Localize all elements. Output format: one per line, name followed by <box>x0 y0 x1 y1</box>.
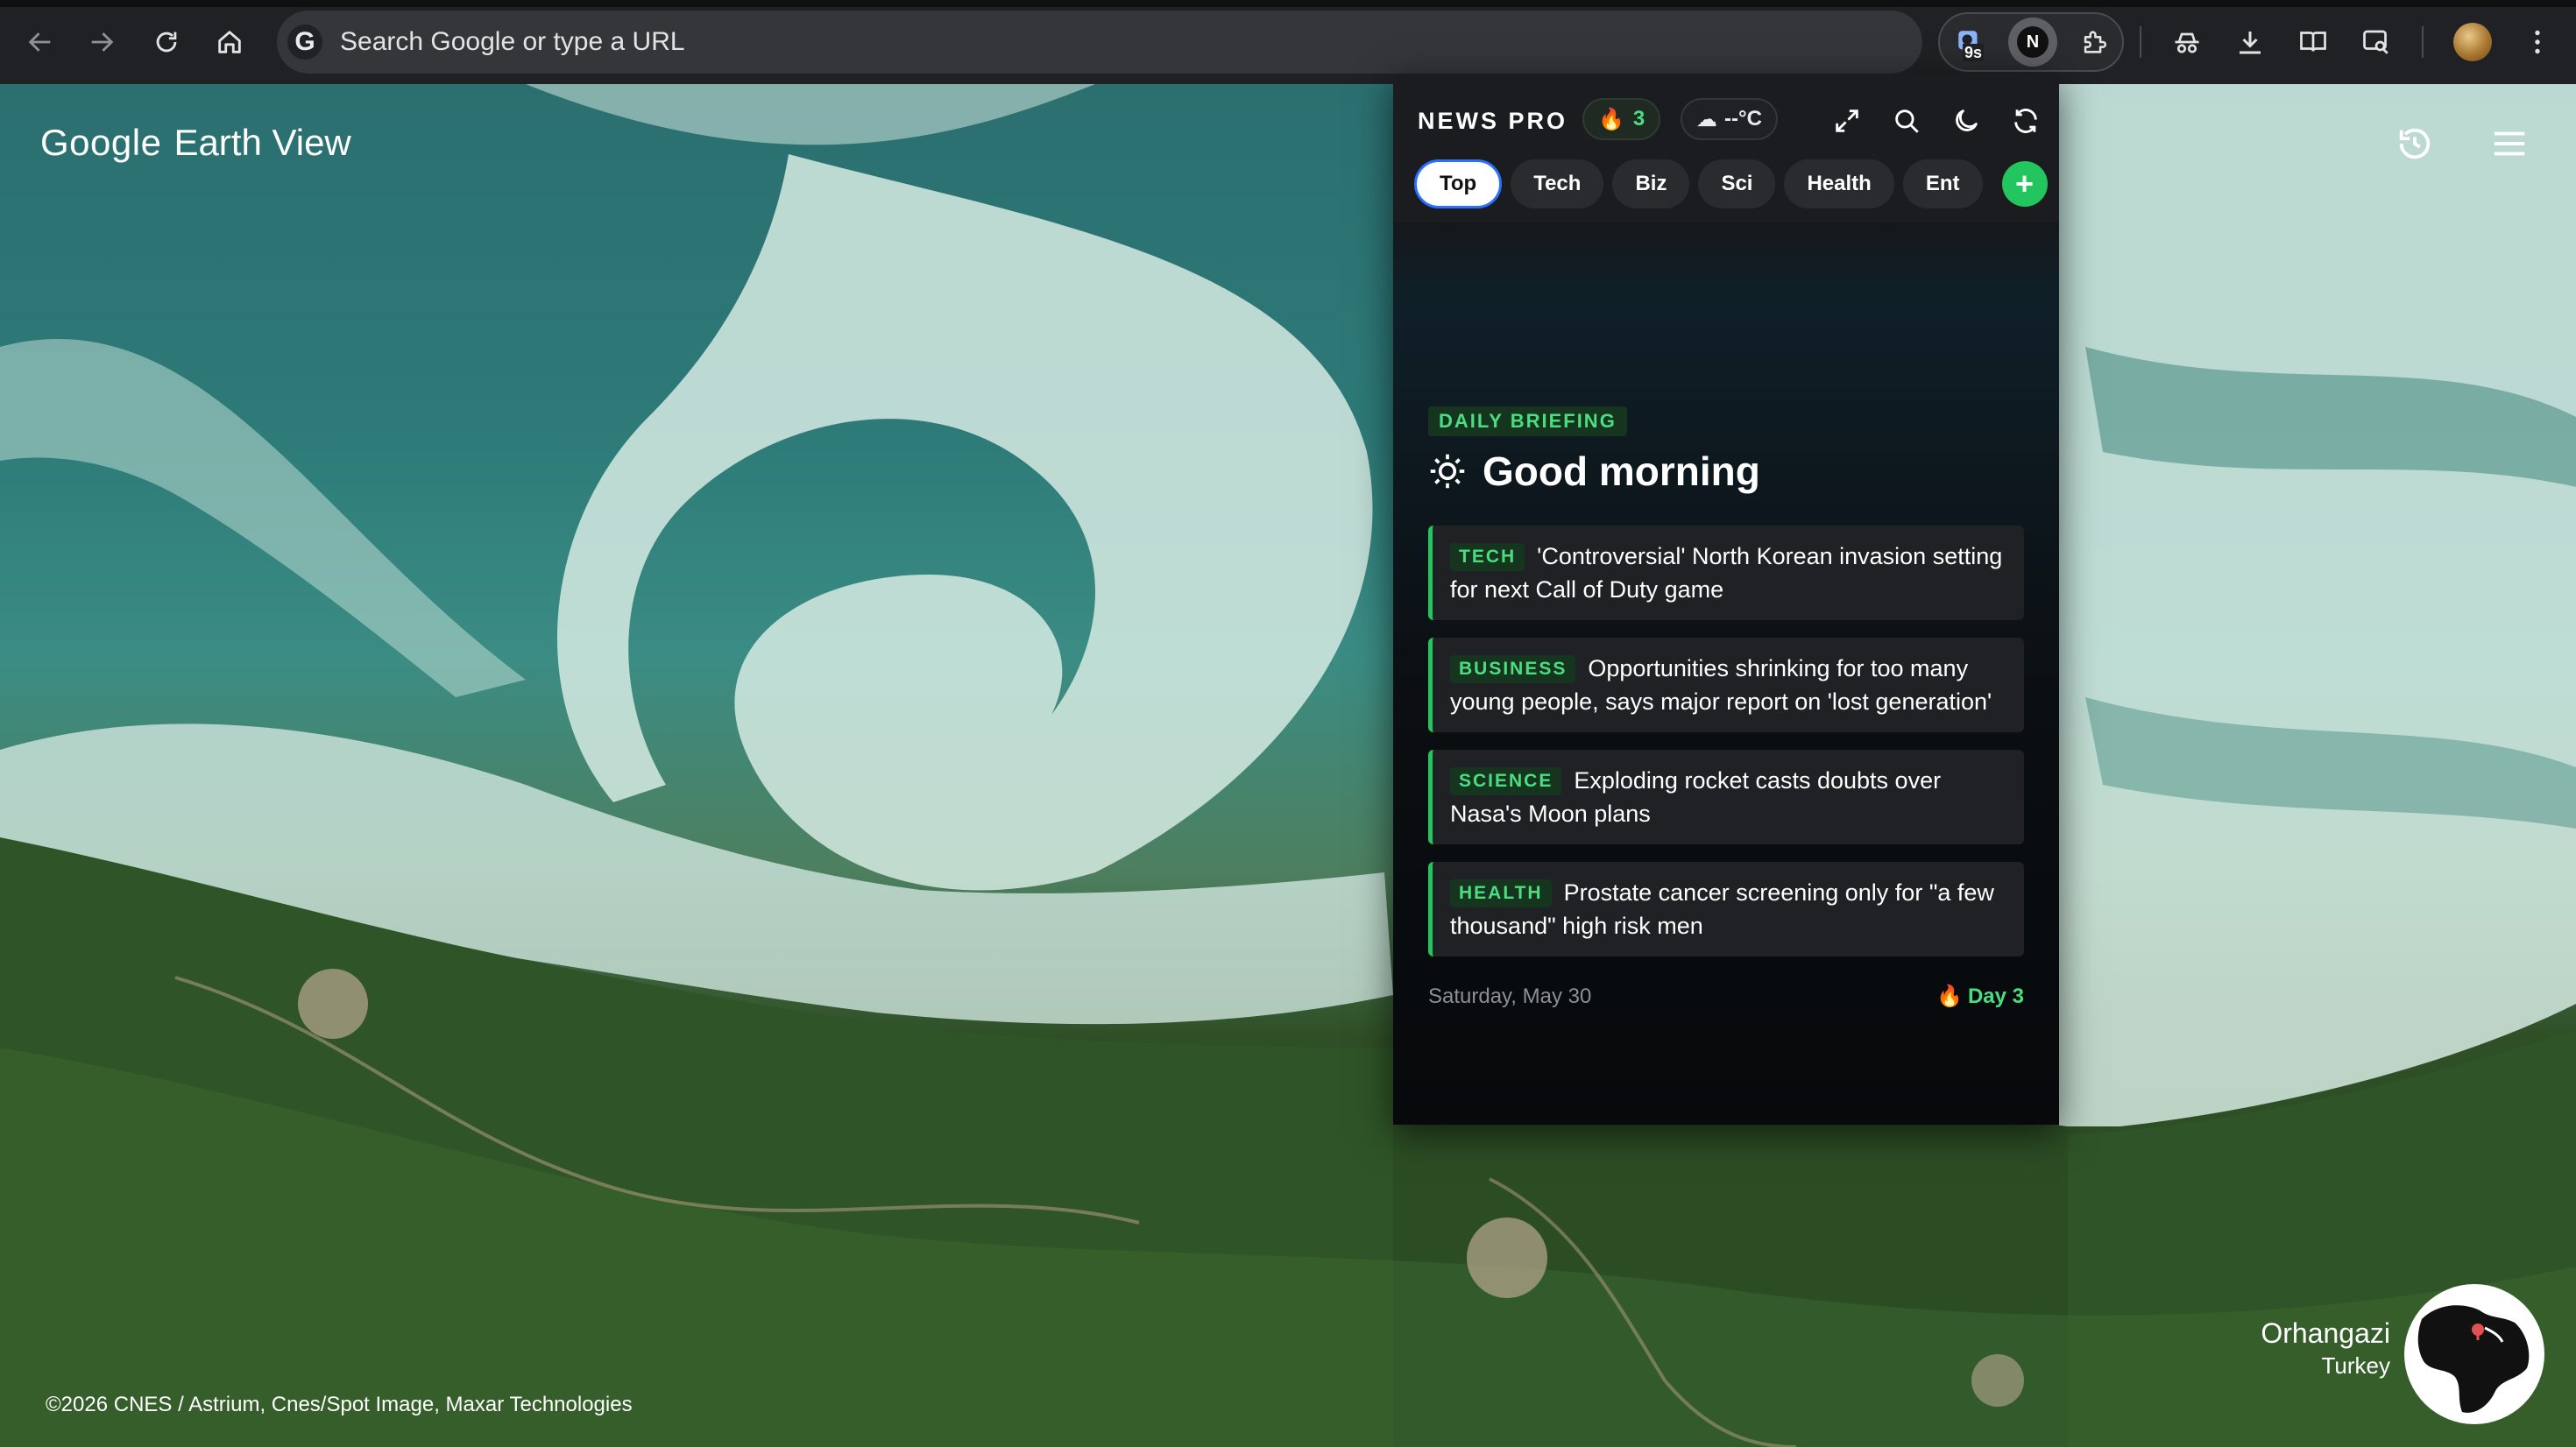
refresh-button[interactable] <box>2005 100 2047 142</box>
sun-icon <box>1430 454 1465 489</box>
streak-count: 3 <box>1632 107 1645 131</box>
reading-list-icon <box>2300 32 2326 52</box>
earth-view-menu-button[interactable] <box>2485 119 2534 168</box>
story-headline: 'Controversial' North Korean invasion se… <box>1450 543 2003 603</box>
location-name: Orhangazi <box>2261 1317 2390 1349</box>
toolbar-divider <box>2422 26 2424 58</box>
imagery-credits: ©2026 CNES / Astrium, Cnes/Spot Image, M… <box>46 1393 633 1416</box>
category-tabs: Top Tech Biz Sci Health Ent + <box>1414 159 2048 208</box>
tab-top[interactable]: Top <box>1414 159 1503 208</box>
daily-briefing-label: DAILY BRIEFING <box>1428 406 1627 436</box>
earth-view-satellite-image: Google Earth View Orhangazi Turkey ©2026 … <box>0 84 2576 1447</box>
story-text: SCIENCE Exploding rocket casts doubts ove… <box>1450 764 2006 830</box>
search-icon <box>1895 109 1919 133</box>
home-icon <box>218 31 241 53</box>
hamburger-menu-icon <box>2494 131 2525 156</box>
news-pro-extension-button[interactable]: N <box>2008 18 2057 67</box>
refresh-icon <box>2014 109 2037 133</box>
profile-avatar[interactable] <box>2453 23 2492 61</box>
tab-biz[interactable]: Biz <box>1612 159 1690 208</box>
news-pro-extension-icon: N <box>2017 26 2049 58</box>
satellite-imagery <box>0 84 2576 1447</box>
forward-arrow-icon <box>91 32 114 52</box>
downloads-button[interactable] <box>2227 19 2273 65</box>
day-streak-label: Day 3 <box>1967 985 2024 1008</box>
earth-view-logo-google: Google <box>40 122 162 163</box>
tab-search-button[interactable] <box>2353 19 2399 65</box>
tab-strip <box>0 0 2576 7</box>
reload-icon <box>156 32 177 53</box>
story-text: BUSINESS Opportunities shrinking for too … <box>1450 652 2006 718</box>
extensions-button[interactable] <box>2070 18 2119 67</box>
browser-menu-button[interactable] <box>2515 19 2560 65</box>
greeting: Good morning <box>1428 445 1760 498</box>
address-bar-placeholder: Search Google or type a URL <box>340 27 685 56</box>
tab-health[interactable]: Health <box>1784 159 1894 208</box>
day-streak: 🔥 Day 3 <box>1936 983 2024 1011</box>
google-logo-icon: G <box>287 25 322 60</box>
earth-view-logo[interactable]: Google Earth View <box>40 121 351 165</box>
story-text: HEALTH Prostate cancer screening only for… <box>1450 876 2006 942</box>
browser-toolbar: G Search Google or type a URL 9s N <box>0 0 2576 84</box>
flame-icon: 🔥 <box>1598 107 1624 131</box>
story-text: TECH 'Controversial' North Korean invasio… <box>1450 540 2006 606</box>
reading-list-button[interactable] <box>2290 19 2336 65</box>
briefing-story[interactable]: SCIENCE Exploding rocket casts doubts ove… <box>1428 750 2024 844</box>
incognito-icon <box>2175 32 2199 53</box>
story-category: HEALTH <box>1450 879 1552 907</box>
location-globe[interactable] <box>2404 1284 2544 1424</box>
timer-extension-badge: 9s <box>1963 44 1985 61</box>
location-country: Turkey <box>2321 1352 2391 1379</box>
location-label: Orhangazi Turkey <box>2261 1316 2390 1380</box>
tab-sci[interactable]: Sci <box>1698 159 1776 208</box>
history-icon <box>2399 128 2431 159</box>
back-arrow-icon <box>28 32 51 52</box>
dark-mode-button[interactable] <box>1945 100 1987 142</box>
incognito-button[interactable] <box>2164 19 2210 65</box>
cloud-icon: ☁ <box>1696 107 1717 131</box>
story-category: BUSINESS <box>1450 655 1576 683</box>
add-category-button[interactable]: + <box>2001 161 2048 207</box>
news-pro-brand: NEWS PRO <box>1418 108 1568 134</box>
briefing-story[interactable]: BUSINESS Opportunities shrinking for too … <box>1428 638 2024 732</box>
flame-icon: 🔥 <box>1936 985 1963 1008</box>
tab-ent[interactable]: Ent <box>1902 159 1983 208</box>
search-button[interactable] <box>1886 100 1928 142</box>
toolbar-divider <box>2140 26 2141 58</box>
briefing-date: Saturday, May 30 <box>1428 985 1592 1008</box>
kebab-menu-icon <box>2535 30 2540 54</box>
story-category: SCIENCE <box>1450 767 1562 795</box>
download-icon <box>2240 32 2261 54</box>
weather-temp: --°C <box>1724 107 1762 131</box>
greeting-text: Good morning <box>1483 448 1760 494</box>
history-button[interactable] <box>2390 119 2439 168</box>
tab-tech[interactable]: Tech <box>1511 159 1604 208</box>
forward-button[interactable] <box>79 19 124 65</box>
earth-view-logo-product: Earth View <box>173 122 351 163</box>
tab-search-icon <box>2363 30 2388 54</box>
expand-button[interactable] <box>1826 100 1868 142</box>
back-button[interactable] <box>18 19 63 65</box>
extensions-puzzle-icon <box>2084 31 2106 53</box>
briefing-story[interactable]: HEALTH Prostate cancer screening only for… <box>1428 862 2024 956</box>
briefing-story[interactable]: TECH 'Controversial' North Korean invasio… <box>1428 526 2024 620</box>
story-category: TECH <box>1450 543 1525 571</box>
weather-badge[interactable]: ☁ --°C <box>1681 98 1778 140</box>
home-button[interactable] <box>207 19 252 65</box>
news-pro-popup: NEWS PRO 🔥 3 ☁ --°C Top Tech Biz Sci Hea… <box>1393 74 2059 1125</box>
streak-badge[interactable]: 🔥 3 <box>1582 98 1661 140</box>
expand-icon <box>1836 109 1858 132</box>
moon-icon <box>1956 109 1978 131</box>
reload-button[interactable] <box>144 19 189 65</box>
globe-map-icon <box>2417 1305 2530 1413</box>
